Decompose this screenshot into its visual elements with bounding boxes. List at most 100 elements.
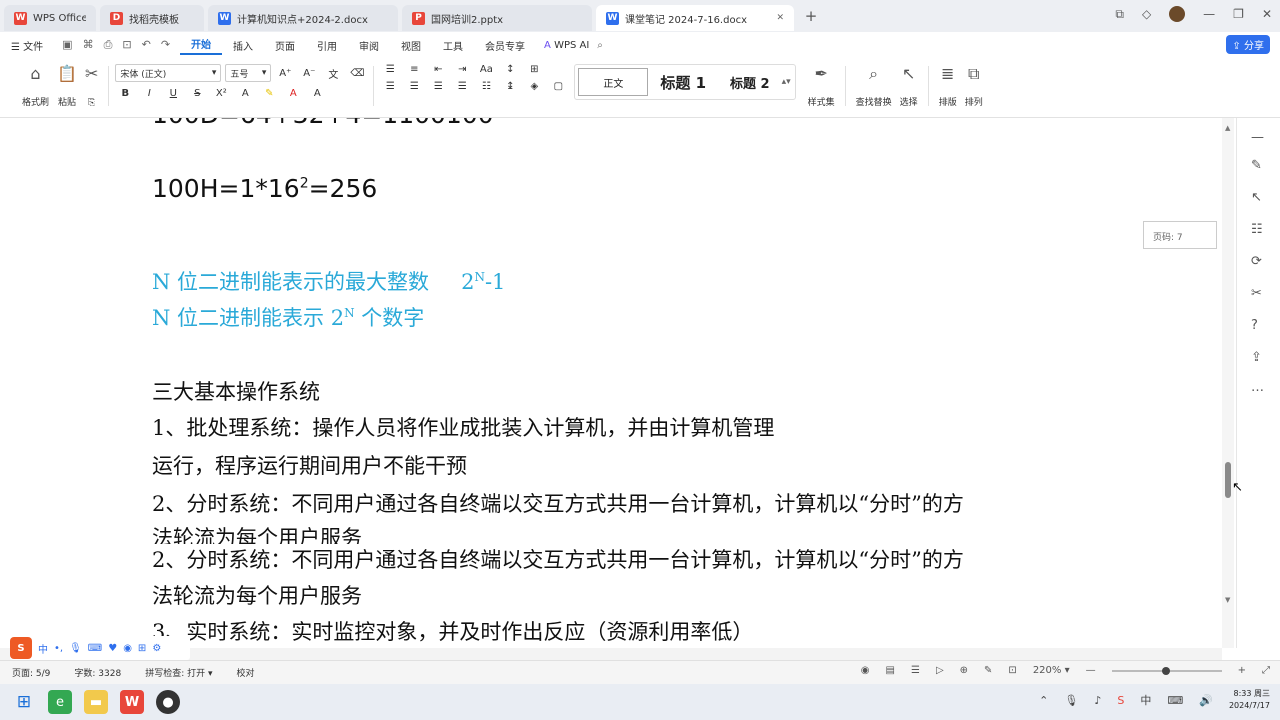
bold-icon[interactable]: B	[115, 88, 135, 99]
menu-file[interactable]: ☰ 文件	[0, 38, 54, 53]
edit-icon[interactable]: ✎	[984, 665, 992, 676]
style-normal[interactable]: 正文	[578, 68, 649, 96]
help-icon[interactable]: ?	[1251, 318, 1258, 333]
font-color-icon[interactable]: A	[283, 88, 303, 99]
layout-button[interactable]: ≣ 排版	[935, 64, 961, 108]
keyboard-icon[interactable]: ⌨	[88, 643, 102, 654]
ime-mode[interactable]: 中	[38, 641, 48, 656]
collapse-icon[interactable]: —	[1251, 130, 1264, 145]
chevron-down-icon[interactable]: ▴▾	[782, 77, 795, 87]
line-spacing-icon[interactable]: ↨	[500, 81, 520, 92]
tab-doc-knowledge[interactable]: W 计算机知识点+2024-2.docx	[208, 5, 398, 31]
shading-icon[interactable]: ◈	[524, 81, 544, 92]
translate-icon[interactable]: ⟳	[1251, 254, 1262, 269]
cursor-icon[interactable]: ↖	[1251, 190, 1262, 205]
scroll-down-icon[interactable]: ▼	[1225, 596, 1230, 604]
app-icon[interactable]: ●	[156, 690, 180, 714]
volume-icon[interactable]: 🔊	[1199, 694, 1213, 707]
scroll-up-icon[interactable]: ▲	[1225, 124, 1230, 132]
align-left-icon[interactable]: ☰	[380, 81, 400, 92]
sort-icon[interactable]: ↕	[500, 64, 520, 75]
clock[interactable]: 8:33 周三 2024/7/17	[1229, 688, 1270, 712]
zoom-knob[interactable]	[1161, 666, 1170, 675]
bullet-list-icon[interactable]: ☰	[380, 64, 400, 75]
menu-view[interactable]: 视图	[390, 38, 432, 53]
network-icon[interactable]: ⌨	[1167, 694, 1183, 707]
underline-icon[interactable]: U	[163, 88, 183, 99]
shrink-font-icon[interactable]: A⁻	[299, 68, 319, 79]
char-case-icon[interactable]: Aa	[476, 64, 496, 75]
page-view-icon[interactable]: ▤	[886, 665, 895, 676]
menu-reference[interactable]: 引用	[306, 38, 348, 53]
vertical-scrollbar[interactable]: ▲ ▼	[1222, 118, 1234, 648]
search-icon[interactable]: ⌕	[597, 40, 603, 51]
page-count[interactable]: 页面: 5/9	[0, 666, 62, 679]
font-name-select[interactable]: 宋体 (正文) ▾	[115, 64, 222, 82]
style-heading-2[interactable]: 标题 2	[718, 73, 782, 92]
menu-review[interactable]: 审阅	[348, 38, 390, 53]
word-count[interactable]: 字数: 3328	[62, 666, 133, 679]
fit-icon[interactable]: ⊡	[1008, 665, 1016, 676]
zoom-in-icon[interactable]: +	[1238, 665, 1246, 676]
menu-member[interactable]: 会员专享	[474, 38, 536, 53]
cube-icon[interactable]: ◇	[1142, 7, 1151, 21]
style-set-button[interactable]: ✒ 样式集	[804, 64, 839, 108]
wps-icon[interactable]: W	[120, 690, 144, 714]
proofread[interactable]: 校对	[225, 666, 267, 679]
clear-format-icon[interactable]: ⌫	[347, 68, 367, 79]
undo-icon[interactable]: ↶	[142, 38, 151, 52]
save-icon[interactable]: ▣	[62, 38, 72, 52]
zoom-level[interactable]: 220% ▾	[1033, 665, 1070, 676]
align-center-icon[interactable]: ☰	[404, 81, 424, 92]
preview-icon[interactable]: ⊡	[122, 38, 131, 52]
share-icon[interactable]: ⇪	[1251, 350, 1262, 365]
print-icon[interactable]: ⎙	[104, 38, 113, 52]
eye-icon[interactable]: ◉	[861, 665, 870, 676]
select-button[interactable]: ↖ 选择	[896, 64, 922, 108]
zoom-slider[interactable]	[1111, 666, 1222, 675]
restore-icon[interactable]: ❐	[1233, 7, 1244, 21]
arrange-button[interactable]: ⧉ 排列	[961, 64, 987, 108]
grid-icon[interactable]: ⊞	[138, 643, 146, 654]
web-view-icon[interactable]: ⊕	[960, 665, 968, 676]
menu-home[interactable]: 开始	[180, 36, 223, 55]
more-icon[interactable]: …	[1251, 380, 1264, 395]
add-tab-icon[interactable]: +	[800, 7, 822, 25]
number-list-icon[interactable]: ≡	[404, 64, 424, 75]
punctuation-icon[interactable]: •,	[54, 643, 63, 654]
text-effect-icon[interactable]: A	[235, 88, 255, 99]
tab-wps-office[interactable]: W WPS Office	[4, 5, 96, 31]
grow-font-icon[interactable]: A⁺	[275, 68, 295, 79]
strikethrough-icon[interactable]: S	[187, 88, 207, 99]
link-icon[interactable]: ⌘	[83, 38, 94, 52]
chevron-up-icon[interactable]: ⌃	[1039, 694, 1048, 707]
tab-ppt-training[interactable]: P 国网培训2.pptx	[402, 5, 592, 31]
skin-icon[interactable]: ♥	[108, 643, 117, 654]
close-window-icon[interactable]: ✕	[1262, 7, 1272, 21]
settings-icon[interactable]: ⚙	[152, 643, 161, 654]
justify-icon[interactable]: ☰	[452, 81, 472, 92]
microphone-icon[interactable]: 🎙	[69, 643, 82, 654]
copy-icon[interactable]: ⎘	[88, 98, 95, 108]
align-right-icon[interactable]: ☰	[428, 81, 448, 92]
microphone-icon[interactable]: 🎙	[1064, 694, 1078, 707]
tab-class-notes[interactable]: W 课堂笔记 2024-7-16.docx ✕	[596, 5, 794, 31]
pen-icon[interactable]: ✎	[1251, 158, 1262, 173]
font-size-select[interactable]: 五号 ▾	[225, 64, 272, 82]
scroll-thumb[interactable]	[1225, 462, 1231, 498]
menu-insert[interactable]: 插入	[222, 38, 264, 53]
cut-icon[interactable]: ✂	[85, 64, 98, 84]
sogou-tray-icon[interactable]: S	[1117, 694, 1124, 707]
fullscreen-icon[interactable]: ⤢	[1262, 665, 1270, 676]
minimize-icon[interactable]: —	[1203, 7, 1215, 21]
window-icon[interactable]: ⧉	[1115, 7, 1124, 22]
play-icon[interactable]: ▷	[936, 665, 944, 676]
windows-start-icon[interactable]: ⊞	[12, 690, 36, 714]
audio-icon[interactable]: ♪	[1094, 694, 1101, 707]
format-painter-button[interactable]: ⌂ 格式刷	[18, 64, 53, 108]
ime-tray-icon[interactable]: 中	[1140, 692, 1151, 708]
paste-button[interactable]: 📋 粘贴	[53, 64, 81, 108]
document-canvas[interactable]: 100D=64+32+4=1100100 100H=1*162=256 N 位二…	[0, 118, 1222, 648]
outdent-icon[interactable]: ⇤	[428, 64, 448, 75]
phonetic-icon[interactable]: 文	[323, 66, 343, 81]
